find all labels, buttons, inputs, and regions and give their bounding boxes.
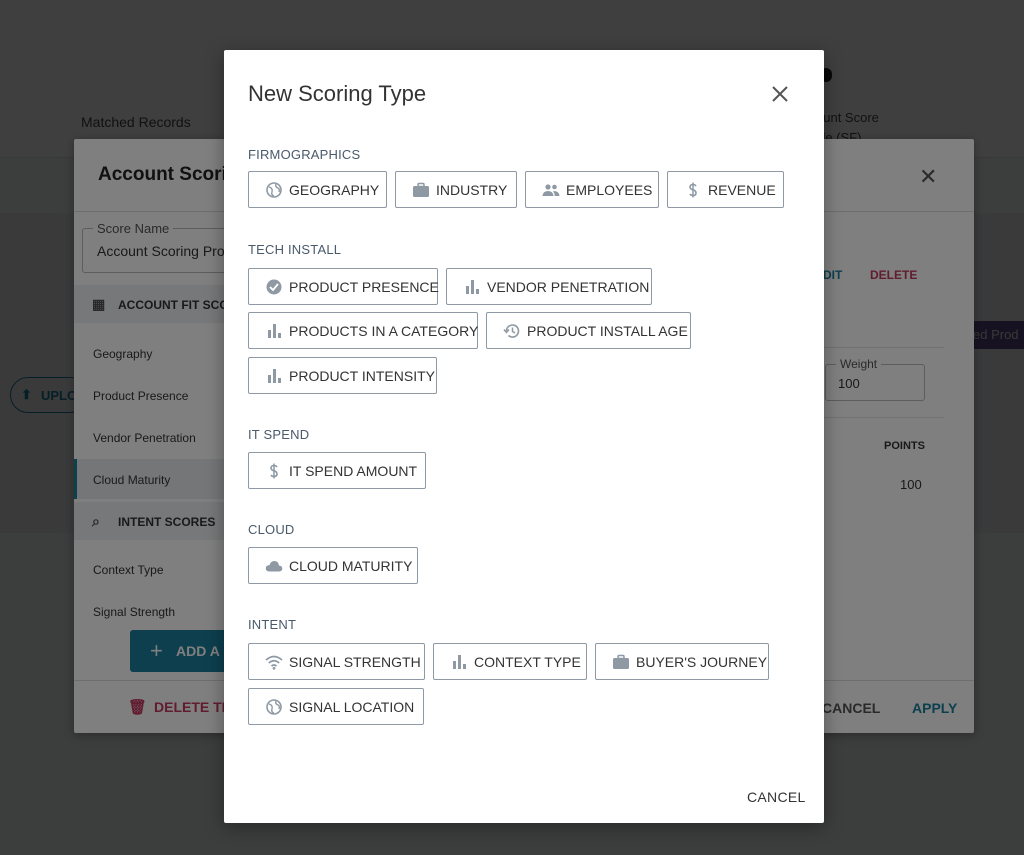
bar-chart-icon <box>453 655 466 669</box>
option-label: IT SPEND AMOUNT <box>289 463 418 479</box>
option-revenue[interactable]: REVENUE <box>667 171 784 208</box>
option-label: SIGNAL STRENGTH <box>289 654 421 670</box>
option-product-install-age[interactable]: PRODUCT INSTALL AGE <box>486 312 691 349</box>
new-scoring-type-dialog: New Scoring Type FIRMOGRAPHICS GEOGRAPHY… <box>224 50 824 823</box>
bar-chart-icon <box>268 369 281 383</box>
option-product-intensity[interactable]: PRODUCT INTENSITY <box>248 357 437 394</box>
dollar-icon <box>270 463 278 479</box>
option-label: PRODUCTS IN A CATEGORY <box>289 323 479 339</box>
option-cloud-maturity[interactable]: CLOUD MATURITY <box>248 547 418 584</box>
option-label: INDUSTRY <box>436 182 508 198</box>
cloud-icon <box>265 561 283 572</box>
section-intent: INTENT <box>248 617 297 632</box>
close-icon[interactable] <box>769 83 791 105</box>
option-label: PRODUCT PRESENCE <box>289 279 439 295</box>
option-employees[interactable]: EMPLOYEES <box>525 171 659 208</box>
section-it-spend: IT SPEND <box>248 427 310 442</box>
option-label: SIGNAL LOCATION <box>289 699 415 715</box>
option-label: CLOUD MATURITY <box>289 558 413 574</box>
option-industry[interactable]: INDUSTRY <box>395 171 517 208</box>
globe-icon <box>266 182 282 198</box>
option-buyers-journey[interactable]: BUYER'S JOURNEY <box>595 643 769 680</box>
option-vendor-penetration[interactable]: VENDOR PENETRATION <box>446 268 652 305</box>
section-cloud: CLOUD <box>248 522 295 537</box>
option-label: PRODUCT INSTALL AGE <box>527 323 688 339</box>
cancel-button[interactable]: CANCEL <box>747 789 806 805</box>
briefcase-icon <box>413 182 429 197</box>
option-products-in-a-category[interactable]: PRODUCTS IN A CATEGORY <box>248 312 478 349</box>
option-label: EMPLOYEES <box>566 182 653 198</box>
dialog-title: New Scoring Type <box>248 81 427 106</box>
wifi-icon <box>265 655 283 670</box>
option-label: VENDOR PENETRATION <box>487 279 650 295</box>
globe-icon <box>266 699 282 715</box>
history-icon <box>503 324 520 338</box>
people-icon <box>542 184 560 196</box>
dollar-icon <box>689 182 697 198</box>
option-label: BUYER'S JOURNEY <box>636 654 768 670</box>
option-it-spend-amount[interactable]: IT SPEND AMOUNT <box>248 452 426 489</box>
option-label: PRODUCT INTENSITY <box>289 368 435 384</box>
briefcase-icon <box>613 654 629 669</box>
option-product-presence[interactable]: PRODUCT PRESENCE <box>248 268 439 305</box>
option-signal-location[interactable]: SIGNAL LOCATION <box>248 688 424 725</box>
check-circle-icon <box>266 279 282 295</box>
option-signal-strength[interactable]: SIGNAL STRENGTH <box>248 643 425 680</box>
section-tech-install: TECH INSTALL <box>248 242 342 257</box>
section-firmographics: FIRMOGRAPHICS <box>248 147 361 162</box>
bar-chart-icon <box>268 324 281 338</box>
option-label: REVENUE <box>708 182 776 198</box>
option-label: CONTEXT TYPE <box>474 654 581 670</box>
bar-chart-icon <box>466 280 479 294</box>
option-geography[interactable]: GEOGRAPHY <box>248 171 387 208</box>
option-context-type[interactable]: CONTEXT TYPE <box>433 643 587 680</box>
option-label: GEOGRAPHY <box>289 182 380 198</box>
